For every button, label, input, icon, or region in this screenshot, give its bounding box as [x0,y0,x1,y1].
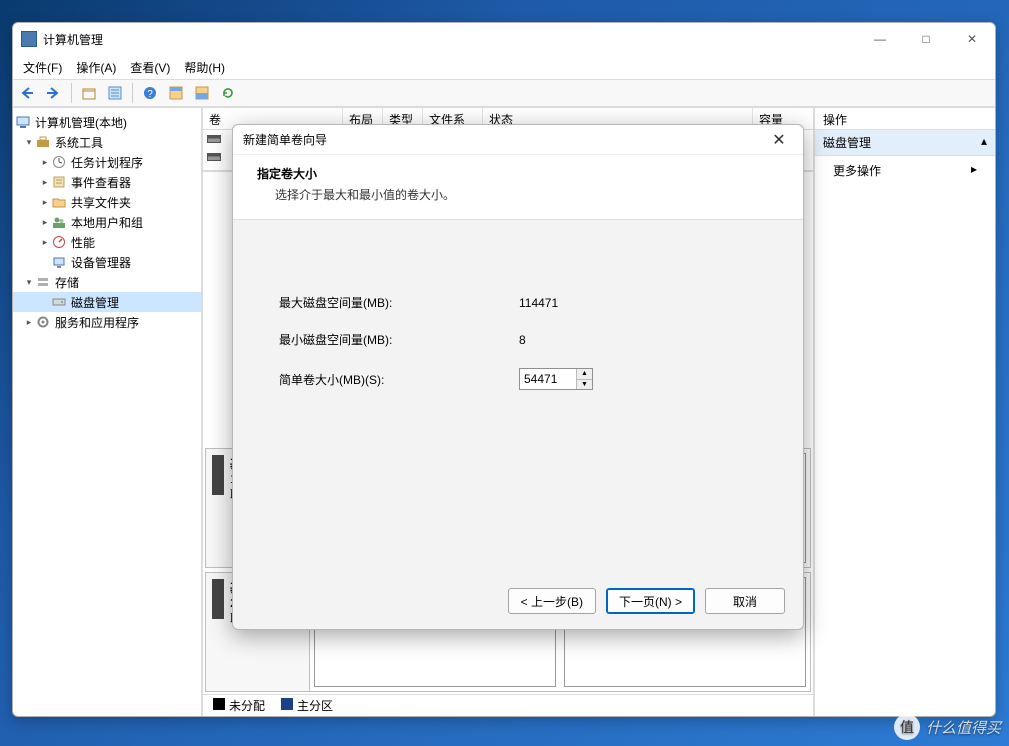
spin-up-button[interactable]: ▲ [577,369,592,380]
nav-back-button[interactable] [17,82,39,104]
titlebar: 计算机管理 — □ ✕ [13,23,995,55]
tree-event[interactable]: ▸事件查看器 [13,172,201,192]
dialog-subheading: 选择介于最大和最小值的卷大小。 [257,186,779,203]
tree-perf[interactable]: ▸性能 [13,232,201,252]
folder-share-icon [51,194,67,210]
toolbar-props-icon[interactable] [104,82,126,104]
min-size-value: 8 [519,333,757,347]
computer-icon [15,114,31,130]
dialog-body: 最大磁盘空间量(MB): 114471 最小磁盘空间量(MB): 8 简单卷大小… [233,220,803,573]
menubar: 文件(F) 操作(A) 查看(V) 帮助(H) [13,55,995,79]
event-icon [51,174,67,190]
volume-size-label: 简单卷大小(MB)(S): [279,371,519,388]
toolbar: ? [13,79,995,107]
next-button[interactable]: 下一页(N) > [606,588,695,614]
chevron-up-icon: ▴ [981,134,987,151]
toolbar-help-icon[interactable]: ? [139,82,161,104]
watermark: 值 什么值得买 [894,714,1001,740]
menu-help[interactable]: 帮助(H) [178,57,231,78]
chevron-right-icon[interactable]: ▸ [39,197,51,208]
legend-unallocated-icon [213,698,225,710]
dialog-heading: 指定卷大小 [257,165,779,182]
chevron-right-icon[interactable]: ▸ [39,237,51,248]
window-title: 计算机管理 [43,31,103,48]
legend: 未分配 主分区 [203,694,813,716]
max-size-label: 最大磁盘空间量(MB): [279,294,519,311]
dialog-footer: < 上一步(B) 下一页(N) > 取消 [233,573,803,629]
tree-users[interactable]: ▸本地用户和组 [13,212,201,232]
wizard-dialog: 新建简单卷向导 ✕ 指定卷大小 选择介于最大和最小值的卷大小。 最大磁盘空间量(… [232,124,804,630]
watermark-icon: 值 [894,714,920,740]
back-button[interactable]: < 上一步(B) [508,588,596,614]
disk-icon [51,294,67,310]
dialog-close-button[interactable]: ✕ [765,130,793,150]
tree-diskmgmt[interactable]: 磁盘管理 [13,292,201,312]
tree-task[interactable]: ▸任务计划程序 [13,152,201,172]
tree-devmgr[interactable]: 设备管理器 [13,252,201,272]
min-size-label: 最小磁盘空间量(MB): [279,331,519,348]
menu-view[interactable]: 查看(V) [124,57,176,78]
max-size-value: 114471 [519,296,757,310]
tree-root[interactable]: 计算机管理(本地) [13,112,201,132]
perf-icon [51,234,67,250]
chevron-right-icon[interactable]: ▸ [23,317,35,328]
svg-text:?: ? [147,89,153,100]
menu-file[interactable]: 文件(F) [17,57,68,78]
volume-size-input[interactable] [520,369,576,389]
tree-share[interactable]: ▸共享文件夹 [13,192,201,212]
app-icon [21,31,37,47]
toolbar-view2-icon[interactable] [191,82,213,104]
storage-icon [35,274,51,290]
chevron-right-icon: ▸ [971,162,977,179]
chevron-right-icon[interactable]: ▸ [39,217,51,228]
toolbar-view1-icon[interactable] [165,82,187,104]
tree-services[interactable]: ▸服务和应用程序 [13,312,201,332]
toolbar-up-icon[interactable] [78,82,100,104]
clock-icon [51,154,67,170]
close-button[interactable]: ✕ [949,24,995,54]
actions-more[interactable]: 更多操作▸ [815,156,995,185]
chevron-down-icon[interactable]: ▾ [23,137,35,148]
actions-header: 操作 [815,108,995,130]
dialog-titlebar: 新建简单卷向导 ✕ [233,125,803,155]
dialog-header: 指定卷大小 选择介于最大和最小值的卷大小。 [233,155,803,220]
volume-size-spinner[interactable]: ▲ ▼ [519,368,593,390]
chevron-down-icon[interactable]: ▾ [23,277,35,288]
chevron-right-icon[interactable]: ▸ [39,177,51,188]
actions-pane: 操作 磁盘管理▴ 更多操作▸ [815,108,995,716]
minimize-button[interactable]: — [857,24,903,54]
nav-forward-button[interactable] [43,82,65,104]
spin-down-button[interactable]: ▼ [577,380,592,390]
nav-tree[interactable]: 计算机管理(本地) ▾系统工具 ▸任务计划程序 ▸事件查看器 ▸共享文件夹 ▸本… [13,108,203,716]
dialog-title: 新建简单卷向导 [243,131,327,148]
chevron-right-icon[interactable]: ▸ [39,157,51,168]
actions-group[interactable]: 磁盘管理▴ [815,130,995,156]
device-icon [51,254,67,270]
toolbar-refresh-icon[interactable] [217,82,239,104]
menu-action[interactable]: 操作(A) [70,57,122,78]
toolbox-icon [35,134,51,150]
maximize-button[interactable]: □ [903,24,949,54]
tree-systools[interactable]: ▾系统工具 [13,132,201,152]
legend-primary-icon [281,698,293,710]
users-icon [51,214,67,230]
tree-storage[interactable]: ▾存储 [13,272,201,292]
services-icon [35,314,51,330]
cancel-button[interactable]: 取消 [705,588,785,614]
